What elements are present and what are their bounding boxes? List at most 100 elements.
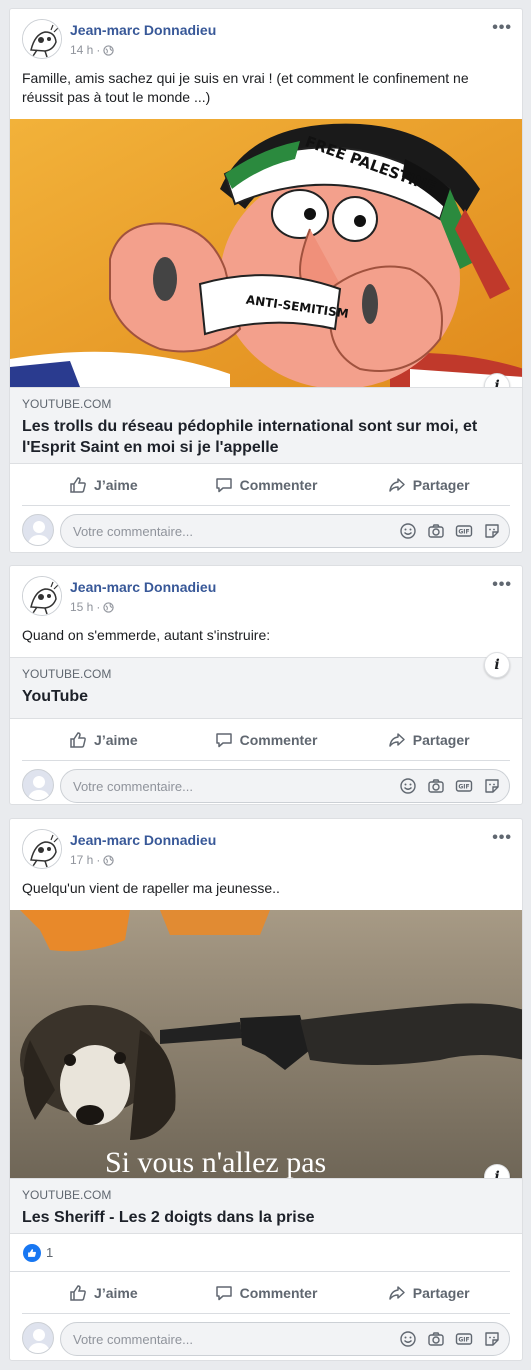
comment-composer: Votre commentaire... GIF [10,1314,522,1360]
meta-separator: · [96,853,101,867]
share-label: Partager [412,731,470,748]
like-button[interactable]: J’aime [22,1272,185,1313]
more-options-icon[interactable]: ••• [492,19,512,37]
sticker-icon[interactable] [483,777,501,795]
post-3: Jean-marc Donnadieu 17 h · ••• Quelqu'un… [9,818,523,1361]
post-actions: J’aime Commenter Partager [22,464,510,506]
comment-placeholder: Votre commentaire... [73,524,193,539]
emoji-icon[interactable] [399,522,417,540]
link-preview-image[interactable]: FREE PALESTINE ANTI-SEMITISM i [10,119,522,387]
comment-icon [215,477,232,492]
share-icon [389,732,405,747]
thumbs-up-icon [70,1284,86,1301]
link-preview[interactable]: YOUTUBE.COM Les trolls du réseau pédophi… [10,387,522,464]
post-text: Quelqu'un vient de rapeller ma jeunesse.… [22,880,280,896]
comment-composer: Votre commentaire... GIF [10,761,522,804]
post-header: Jean-marc Donnadieu 17 h · ••• [10,819,522,877]
comment-input[interactable]: Votre commentaire... GIF [60,1322,510,1356]
author-name[interactable]: Jean-marc Donnadieu [70,832,216,848]
gif-icon[interactable]: GIF [455,1330,473,1348]
link-domain: YOUTUBE.COM [22,1188,112,1202]
post-meta: 17 h · [70,853,115,867]
comment-label: Commenter [239,476,318,493]
comment-label: Commenter [239,731,318,748]
video-thumbnail: Si vous n'allez pas [10,910,522,1178]
meta-separator: · [96,600,101,614]
sticker-icon[interactable] [483,522,501,540]
comment-icon [215,1285,232,1300]
link-domain: YOUTUBE.COM [22,397,112,411]
globe-icon [103,601,115,613]
globe-icon [103,854,115,866]
more-options-icon[interactable]: ••• [492,576,512,594]
post-2: Jean-marc Donnadieu 15 h · ••• Quand on … [9,565,523,805]
gif-icon[interactable]: GIF [455,522,473,540]
svg-text:GIF: GIF [458,1337,469,1344]
comment-label: Commenter [239,1284,318,1301]
info-icon[interactable]: i [484,652,510,678]
comment-input[interactable]: Votre commentaire... GIF [60,769,510,803]
user-avatar [22,769,54,801]
post-header: Jean-marc Donnadieu 14 h · ••• [10,9,522,67]
link-preview[interactable]: YOUTUBE.COM Les Sheriff - Les 2 doigts d… [10,1178,522,1234]
comment-icon [215,732,232,747]
reaction-summary[interactable]: 1 [10,1234,510,1272]
camera-icon[interactable] [427,777,445,795]
like-label: J’aime [94,1284,138,1301]
like-label: J’aime [94,731,138,748]
author-name[interactable]: Jean-marc Donnadieu [70,579,216,595]
share-button[interactable]: Partager [347,719,510,760]
emoji-icon[interactable] [399,1330,417,1348]
comment-tools: GIF [399,1330,501,1348]
comment-button[interactable]: Commenter [185,719,348,760]
user-avatar [22,1322,54,1354]
sticker-icon[interactable] [483,1330,501,1348]
comment-input[interactable]: Votre commentaire... GIF [60,514,510,548]
svg-text:GIF: GIF [458,784,469,791]
comment-tools: GIF [399,777,501,795]
post-time[interactable]: 17 h [70,853,93,867]
camera-icon[interactable] [427,1330,445,1348]
emoji-icon[interactable] [399,777,417,795]
author-name[interactable]: Jean-marc Donnadieu [70,22,216,38]
link-title[interactable]: Les trolls du réseau pédophile internati… [22,416,510,458]
like-reaction-icon [23,1243,41,1262]
share-icon [389,1285,405,1300]
thumbs-up-icon [70,476,86,493]
thumbs-up-icon [70,731,86,748]
post-meta: 15 h · [70,600,115,614]
comment-button[interactable]: Commenter [185,1272,348,1313]
link-preview-image[interactable]: Si vous n'allez pas i [10,910,522,1178]
post-header: Jean-marc Donnadieu 15 h · ••• [10,566,522,624]
post-text: Quand on s'emmerde, autant s'instruire: [22,627,271,643]
author-avatar[interactable] [22,19,62,59]
like-button[interactable]: J’aime [22,719,185,760]
thumbnail-caption: Si vous n'allez pas [105,1146,326,1178]
more-options-icon[interactable]: ••• [492,829,512,847]
cartoon-image: FREE PALESTINE ANTI-SEMITISM [10,119,522,387]
post-time[interactable]: 15 h [70,600,93,614]
link-domain: YOUTUBE.COM [22,667,112,681]
gif-icon[interactable]: GIF [455,777,473,795]
post-actions: J’aime Commenter Partager [22,1272,510,1314]
camera-icon[interactable] [427,522,445,540]
author-avatar[interactable] [22,576,62,616]
link-preview[interactable]: YOUTUBE.COM YouTube i [10,652,522,719]
user-avatar [22,514,54,546]
post-1: Jean-marc Donnadieu 14 h · ••• Famille, … [9,8,523,553]
author-avatar[interactable] [22,829,62,869]
like-label: J’aime [94,476,138,493]
link-title[interactable]: Les Sheriff - Les 2 doigts dans la prise [22,1207,510,1228]
share-icon [389,477,405,492]
like-button[interactable]: J’aime [22,464,185,505]
post-meta: 14 h · [70,43,115,57]
share-button[interactable]: Partager [347,464,510,505]
post-time[interactable]: 14 h [70,43,93,57]
comment-placeholder: Votre commentaire... [73,1332,193,1347]
share-button[interactable]: Partager [347,1272,510,1313]
comment-tools: GIF [399,522,501,540]
link-title[interactable]: YouTube [22,686,510,707]
comment-button[interactable]: Commenter [185,464,348,505]
share-label: Partager [412,1284,470,1301]
comment-placeholder: Votre commentaire... [73,779,193,794]
